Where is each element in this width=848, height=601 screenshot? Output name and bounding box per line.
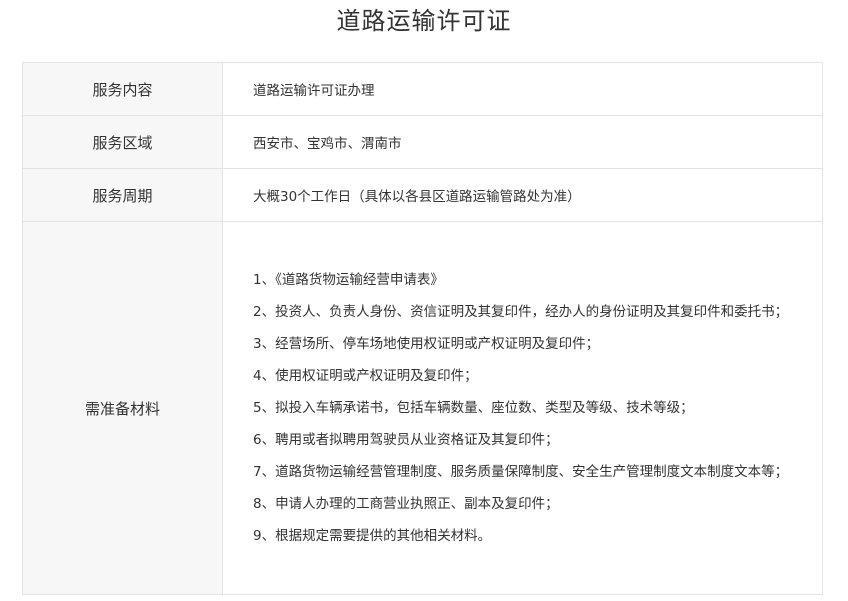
materials-list: 1、《道路货物运输经营申请表》 2、投资人、负责人身份、资信证明及其复印件，经办… <box>253 251 822 566</box>
materials-list-item-5: 5、拟投入车辆承诺书，包括车辆数量、座位数、类型及等级、技术等级； <box>253 399 694 416</box>
service-content-value: 道路运输许可证办理 <box>222 62 823 116</box>
materials-list-item-2: 2、投资人、负责人身份、资信证明及其复印件，经办人的身份证明及其复印件和委托书； <box>253 303 789 320</box>
materials-list-item-4: 4、使用权证明或产权证明及复印件； <box>253 367 478 384</box>
table-row-service-period: 服务周期 大概30个工作日（具体以各县区道路运输管路处为准） <box>22 168 823 222</box>
materials-label: 需准备材料 <box>22 221 223 595</box>
service-area-value: 西安市、宝鸡市、渭南市 <box>222 115 823 169</box>
materials-list-item-8: 8、申请人办理的工商营业执照正、副本及复印件； <box>253 495 559 512</box>
service-area-label: 服务区域 <box>22 115 223 169</box>
materials-list-item-1: 1、《道路货物运输经营申请表》 <box>253 271 444 288</box>
table-row-service-content: 服务内容 道路运输许可证办理 <box>22 62 823 116</box>
materials-value: 1、《道路货物运输经营申请表》 2、投资人、负责人身份、资信证明及其复印件，经办… <box>222 221 823 595</box>
materials-list-item-6: 6、聘用或者拟聘用驾驶员从业资格证及其复印件； <box>253 431 559 448</box>
table-row-service-area: 服务区域 西安市、宝鸡市、渭南市 <box>22 115 823 169</box>
service-period-value: 大概30个工作日（具体以各县区道路运输管路处为准） <box>222 168 823 222</box>
service-content-label: 服务内容 <box>22 62 223 116</box>
materials-list-item-7: 7、道路货物运输经营管理制度、服务质量保障制度、安全生产管理制度文本制度文本等； <box>253 463 789 480</box>
service-period-label: 服务周期 <box>22 168 223 222</box>
page-title: 道路运输许可证 <box>336 7 512 35</box>
materials-list-item-3: 3、经营场所、停车场地使用权证明或产权证明及复印件； <box>253 335 600 352</box>
materials-list-item-9: 9、根据规定需要提供的其他相关材料。 <box>253 527 492 544</box>
service-info-table: 服务内容 道路运输许可证办理 服务区域 西安市、宝鸡市、渭南市 服务周期 大概3… <box>22 62 823 595</box>
table-row-materials: 需准备材料 1、《道路货物运输经营申请表》 2、投资人、负责人身份、资信证明及其… <box>22 221 823 595</box>
